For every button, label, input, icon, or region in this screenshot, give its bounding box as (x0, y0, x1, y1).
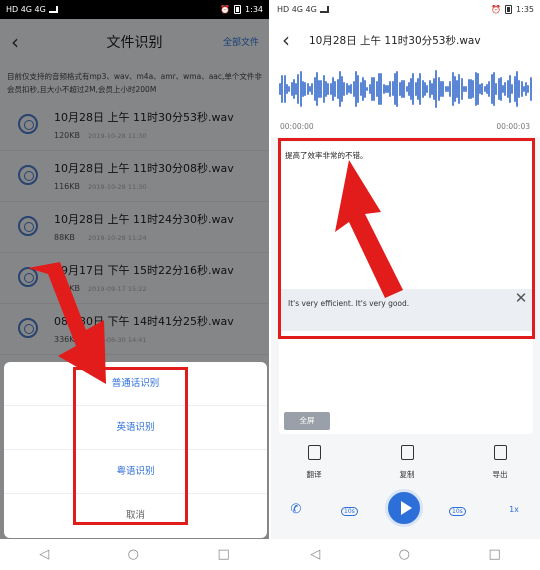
left-phone-screen: HD 4G 4G ⏰ 1:34 ‹ 文件识别 全部文件 目前仅支持的音频格式有m… (0, 0, 269, 570)
right-phone-screen: HD 4G 4G ⏰ 1:35 ‹ 10月28日 上午 11时30分53秒.wa… (271, 0, 540, 570)
annotation-arrow-icon (28, 262, 106, 384)
annotation-arrow-icon (335, 160, 403, 298)
